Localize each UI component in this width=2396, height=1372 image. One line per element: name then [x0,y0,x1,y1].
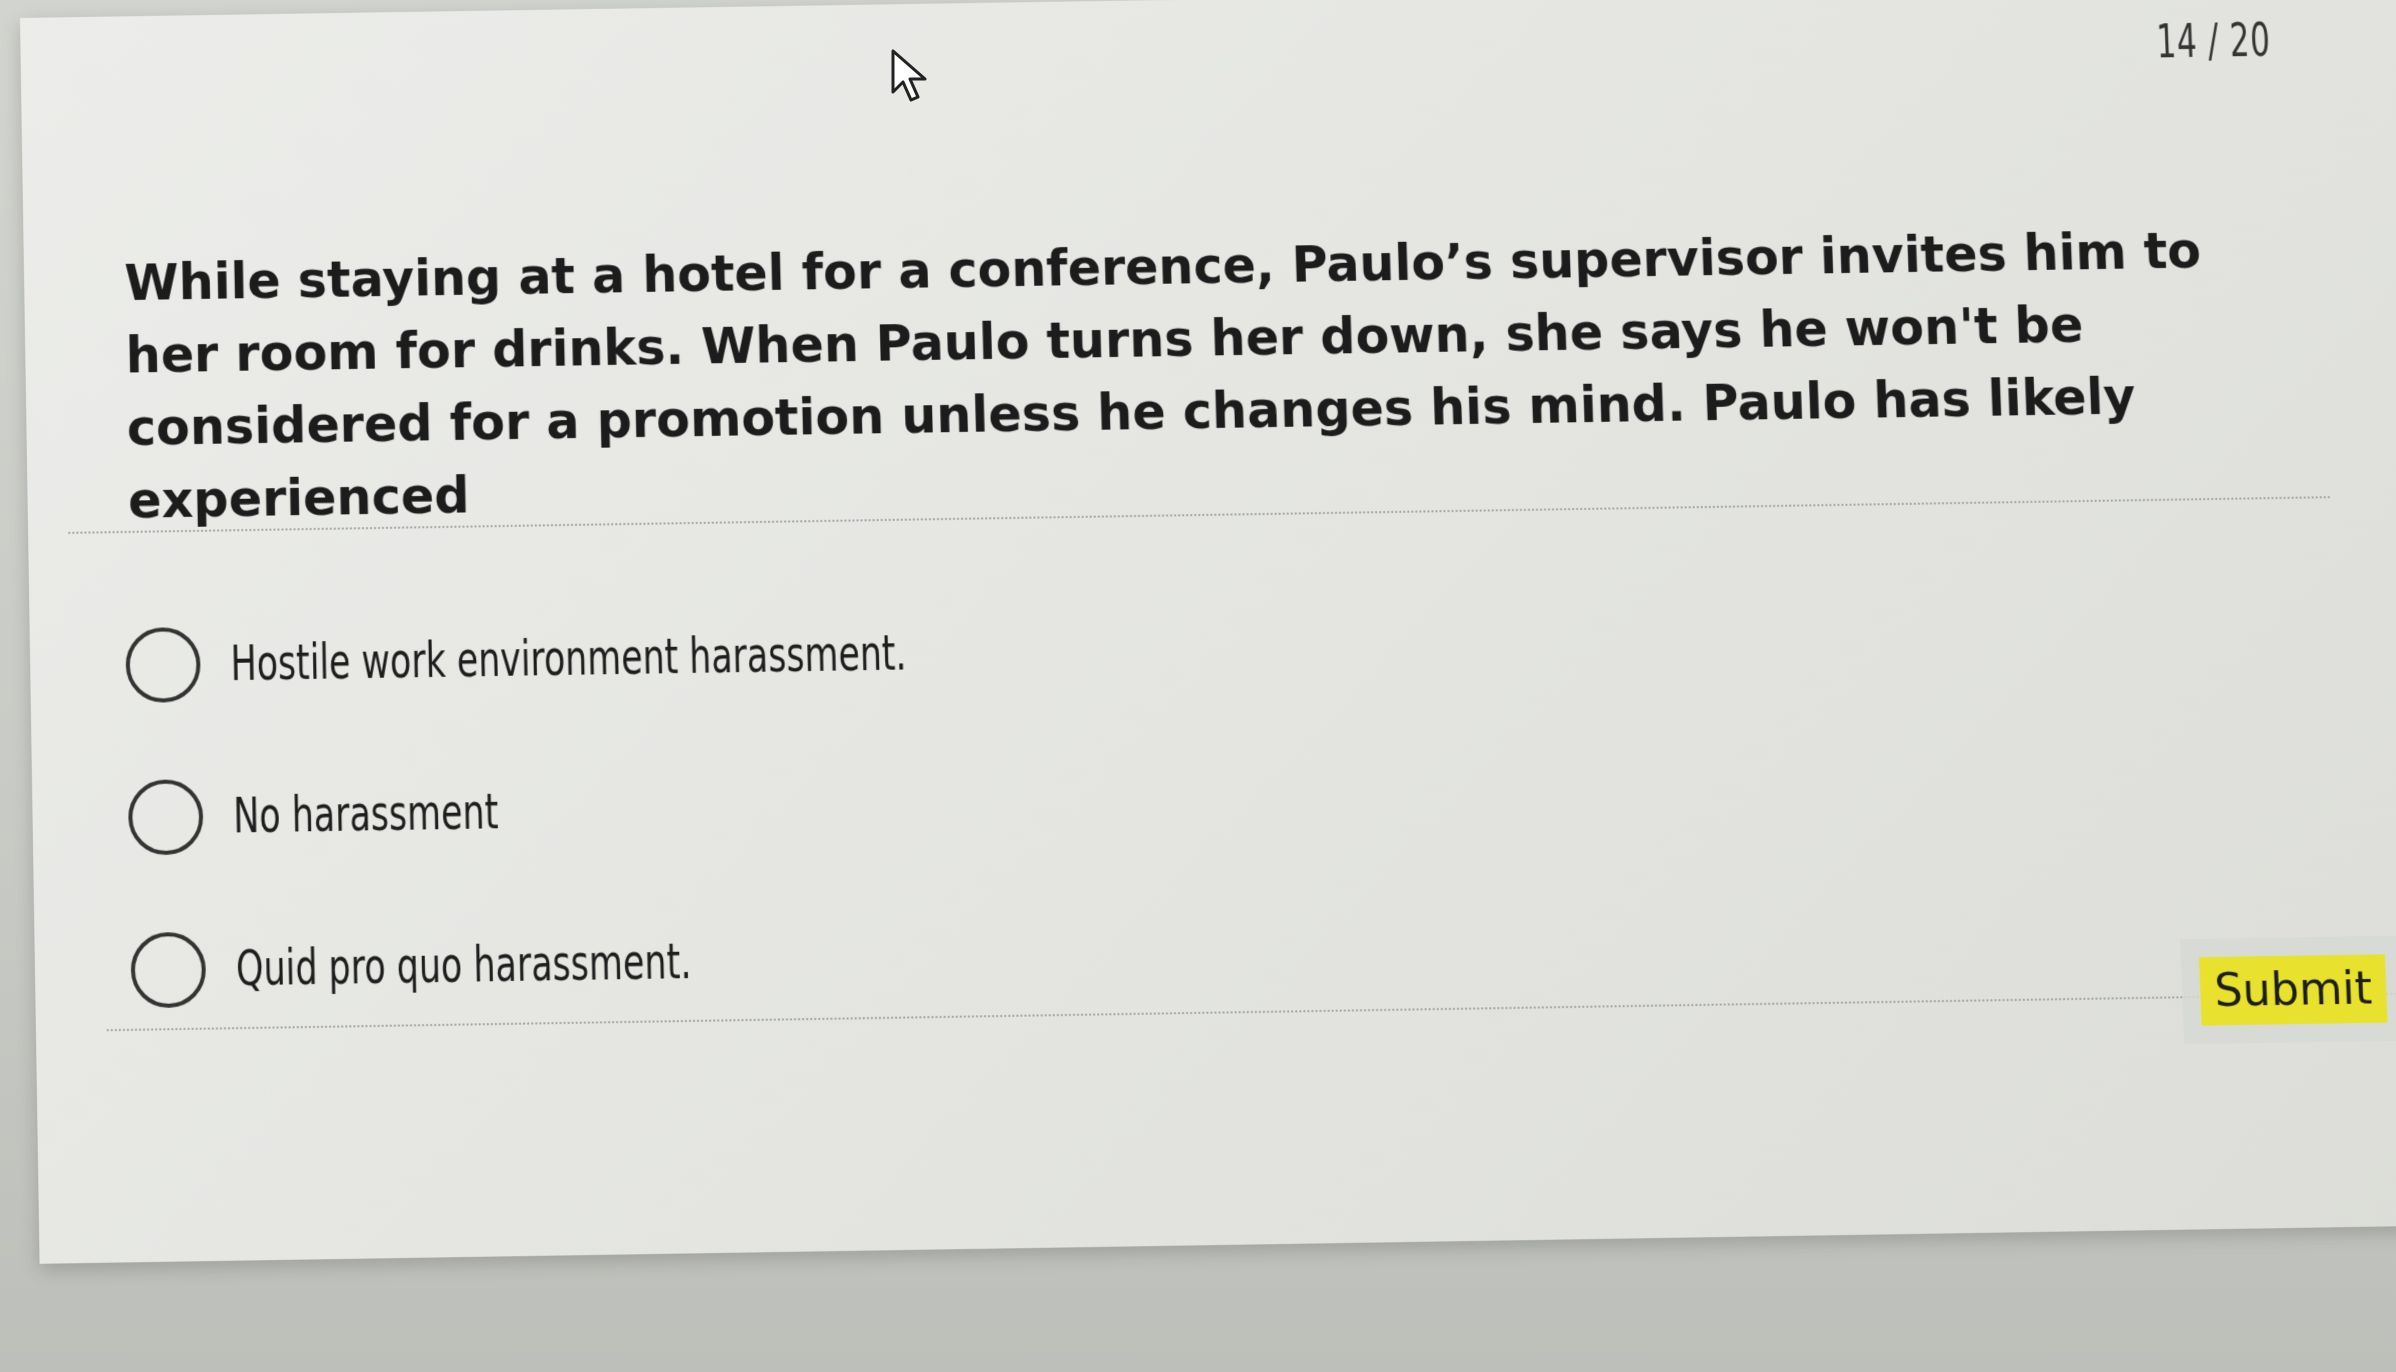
radio-unselected-icon[interactable] [128,779,204,855]
answer-options: Hostile work environment harassment. No … [125,575,1086,1048]
answer-label: Quid pro quo harassment. [236,933,692,997]
answer-label: No harassment [233,784,499,845]
answer-option-none[interactable]: No harassment [127,727,1081,895]
question-counter: 14 / 20 [2156,13,2273,69]
radio-unselected-icon[interactable] [130,932,206,1009]
mouse-pointer-icon [890,48,932,106]
submit-button[interactable]: Submit [2199,954,2388,1025]
answer-option-hostile[interactable]: Hostile work environment harassment. [125,575,1078,742]
answer-label: Hostile work environment harassment. [230,625,907,692]
question-text: While staying at a hotel for a conferenc… [124,214,2237,537]
radio-unselected-icon[interactable] [125,627,201,703]
quiz-card: 14 / 20 While staying at a hotel for a c… [20,0,2396,1264]
